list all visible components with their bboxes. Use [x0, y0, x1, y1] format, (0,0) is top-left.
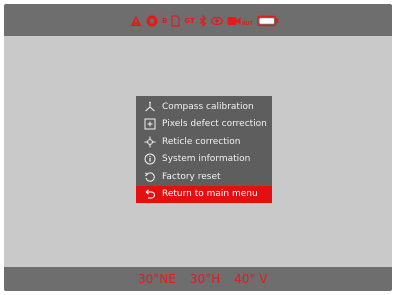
warning-icon	[130, 15, 142, 27]
battery-icon	[257, 15, 279, 27]
pixel-defect-icon	[144, 118, 156, 130]
vertical-angle-readout: 40° V	[234, 272, 268, 286]
reset-icon	[144, 171, 156, 183]
menu-item-pixels-defect-correction[interactable]: Pixels defect correction	[136, 116, 272, 134]
eye-icon	[210, 15, 223, 27]
orientation-readouts: 30°NE 30°H 40° V	[138, 272, 267, 286]
compass-heading-readout: 30°NE	[138, 272, 176, 286]
menu-item-factory-reset[interactable]: Factory reset	[136, 168, 272, 186]
settings-menu: Compass calibration Pixels defect correc…	[136, 96, 272, 203]
compass-calibration-icon	[144, 101, 156, 113]
bottom-bar: 30°NE 30°H 40° V	[4, 267, 392, 291]
menu-item-label: Factory reset	[162, 171, 221, 182]
horizontal-angle-readout: 30°H	[189, 272, 221, 286]
menu-item-label: Compass calibration	[162, 101, 254, 112]
return-icon	[144, 188, 156, 200]
menu-item-label: Reticle correction	[162, 136, 241, 147]
video-record-icon	[227, 15, 241, 27]
menu-item-label: Pixels defect correction	[162, 119, 267, 130]
status-icons: B GT AUT	[130, 12, 279, 30]
bluetooth-icon	[199, 15, 207, 27]
record-mode-text: AUT	[241, 21, 253, 27]
menu-item-system-information[interactable]: System information	[136, 151, 272, 169]
reticle-icon	[144, 136, 156, 148]
menu-item-label: System information	[162, 154, 251, 165]
display-mode-text: B	[162, 17, 168, 25]
menu-item-return-to-main-menu[interactable]: Return to main menu	[136, 185, 272, 203]
status-bar: B GT AUT	[4, 4, 392, 36]
document-icon	[171, 15, 180, 27]
menu-item-compass-calibration[interactable]: Compass calibration	[136, 98, 272, 116]
display-mode-icon	[146, 15, 158, 27]
device-screen: B GT AUT Compass calibration Pixels defe…	[4, 4, 392, 291]
menu-item-label: Return to main menu	[162, 189, 258, 200]
info-icon	[144, 153, 156, 165]
document-text: GT	[184, 17, 195, 25]
menu-item-reticle-correction[interactable]: Reticle correction	[136, 133, 272, 151]
